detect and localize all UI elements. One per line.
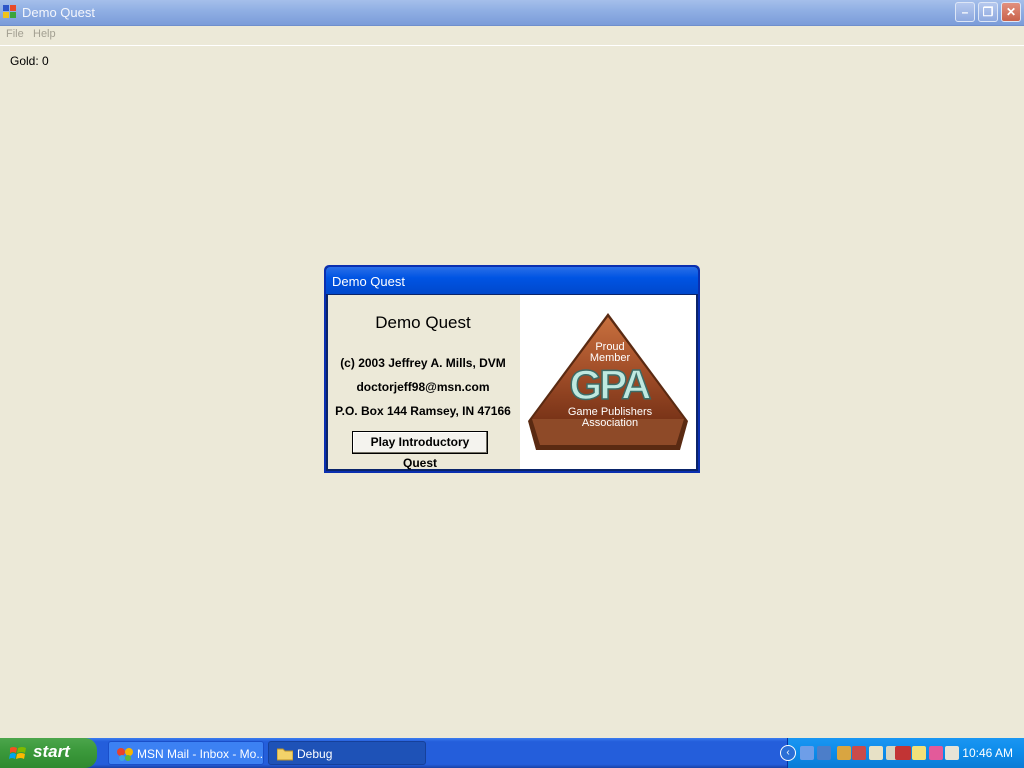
- gpa-logo-panel: Proud Member GPA Game Publishers Associa…: [520, 295, 696, 469]
- play-introductory-quest-button[interactable]: Play Introductory Quest: [352, 431, 488, 470]
- balloon-icon[interactable]: [929, 746, 943, 760]
- logo-acronym-text: GPA: [570, 361, 652, 408]
- messages-icon[interactable]: [912, 746, 926, 760]
- taskbar-item-debug[interactable]: Debug: [268, 741, 426, 765]
- dialog-body: Demo Quest (c) 2003 Jeffrey A. Mills, DV…: [328, 295, 696, 470]
- gpa-logo-icon: Proud Member GPA Game Publishers Associa…: [528, 313, 688, 450]
- restore-button[interactable]: ❐: [978, 2, 998, 22]
- folder-icon: [277, 748, 293, 761]
- app-icon: [3, 5, 17, 19]
- device-icon[interactable]: [869, 746, 883, 760]
- show-hidden-icons-chevron-icon[interactable]: ‹: [780, 745, 796, 761]
- menu-file[interactable]: File: [6, 28, 24, 40]
- window-titlebar[interactable]: Demo Quest – ❐ ✕: [0, 0, 1024, 26]
- menu-help[interactable]: Help: [33, 28, 56, 40]
- window-title: Demo Quest: [22, 5, 95, 20]
- taskbar-item-msn-mail[interactable]: MSN Mail - Inbox - Mo...: [108, 741, 264, 765]
- email-text: doctorjeff98@msn.com: [356, 380, 490, 394]
- windows-logo-icon: [9, 747, 26, 759]
- copyright-text: (c) 2003 Jeffrey A. Mills, DVM: [340, 356, 506, 370]
- close-button[interactable]: ✕: [1001, 2, 1021, 22]
- dialog-heading: Demo Quest: [375, 313, 471, 332]
- dialog-titlebar[interactable]: Demo Quest: [326, 267, 698, 294]
- taskbar: start MSN Mail - Inbox - Mo... Debug ‹ 1…: [0, 738, 1024, 768]
- taskbar-item-label: Debug: [297, 747, 333, 761]
- taskbar-clock[interactable]: 10:46 AM: [962, 746, 1013, 760]
- menu-bar: File Help: [0, 26, 1024, 46]
- system-tray: ‹ 10:46 AM: [780, 738, 1024, 768]
- ati-icon[interactable]: [895, 746, 911, 760]
- network-users-icon[interactable]: [800, 746, 814, 760]
- gold-label: Gold: 0: [10, 54, 49, 68]
- alert-icon[interactable]: [852, 746, 866, 760]
- monitor-icon[interactable]: [945, 746, 959, 760]
- msn-butterfly-icon: [117, 748, 133, 761]
- start-button[interactable]: start: [0, 738, 97, 768]
- about-dialog: Demo Quest Demo Quest (c) 2003 Jeffrey A…: [324, 265, 700, 473]
- network-icon[interactable]: [817, 746, 831, 760]
- address-text: P.O. Box 144 Ramsey, IN 47166: [335, 404, 511, 418]
- start-label: start: [33, 742, 70, 761]
- taskbar-item-label: MSN Mail - Inbox - Mo...: [137, 747, 264, 761]
- dialog-title: Demo Quest: [332, 274, 405, 289]
- security-shield-icon[interactable]: [837, 746, 851, 760]
- minimize-button[interactable]: –: [955, 2, 975, 22]
- logo-association-text: Association: [582, 417, 638, 429]
